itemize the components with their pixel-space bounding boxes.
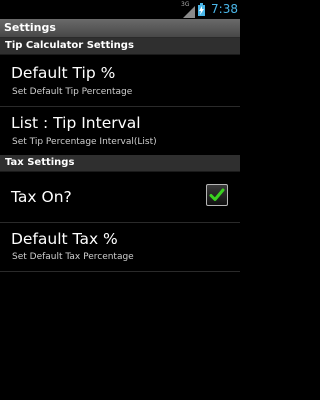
checkmark-icon (209, 188, 225, 201)
pref-default-tip[interactable]: Default Tip % Set Default Tip Percentage (0, 55, 240, 106)
title-bar: Settings (0, 19, 240, 38)
pref-tax-on-title: Tax On? (11, 188, 72, 206)
network-type-label: 3G (181, 0, 190, 8)
section-header-tip: Tip Calculator Settings (0, 38, 240, 55)
pref-tip-interval[interactable]: List : Tip Interval Set Tip Percentage I… (0, 107, 240, 155)
section-header-tip-label: Tip Calculator Settings (5, 40, 134, 51)
status-icons: 3G 7:38 (181, 0, 238, 19)
signal-icon: 3G (181, 0, 196, 18)
pref-default-tip-summary: Set Default Tip Percentage (12, 87, 133, 97)
pref-tip-interval-title: List : Tip Interval (11, 114, 141, 132)
pref-default-tip-title: Default Tip % (11, 64, 116, 82)
pref-default-tax-summary: Set Default Tax Percentage (12, 252, 134, 262)
pref-tax-on[interactable]: Tax On? (0, 172, 240, 222)
pref-tip-interval-summary: Set Tip Percentage Interval(List) (12, 137, 157, 147)
section-header-tax: Tax Settings (0, 155, 240, 172)
page-title: Settings (4, 21, 56, 34)
section-header-tax-label: Tax Settings (5, 157, 75, 168)
status-time: 7:38 (211, 2, 238, 16)
tax-on-checkbox[interactable] (206, 184, 228, 206)
divider (0, 271, 240, 272)
battery-charging-icon (198, 3, 206, 16)
pref-default-tax[interactable]: Default Tax % Set Default Tax Percentage (0, 223, 240, 271)
status-bar: 3G 7:38 (0, 0, 240, 19)
pref-default-tax-title: Default Tax % (11, 230, 118, 248)
